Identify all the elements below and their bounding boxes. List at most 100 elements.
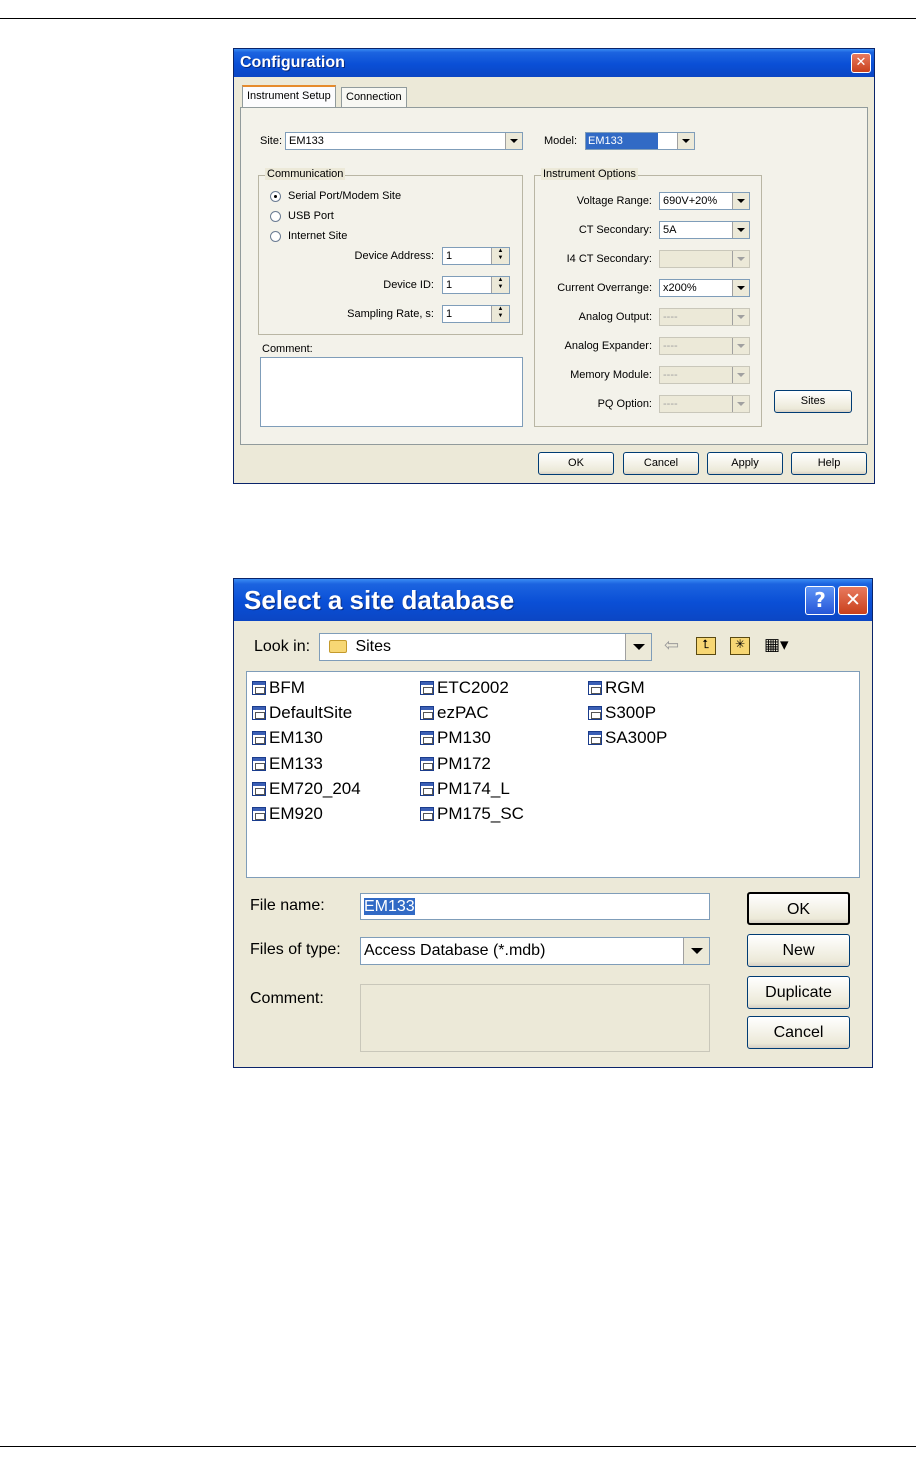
voltage-range-dropdown[interactable]: 690V+20% — [659, 192, 750, 210]
new-folder-icon[interactable]: ✳ — [730, 637, 750, 655]
configuration-titlebar[interactable]: Configuration ✕ — [234, 49, 874, 77]
spinner-icon[interactable]: ▲ ▼ — [491, 306, 509, 322]
database-icon — [420, 807, 434, 821]
new-button[interactable]: New — [747, 934, 850, 967]
database-icon — [420, 681, 434, 695]
database-icon — [420, 706, 434, 720]
communication-title: Communication — [265, 168, 346, 180]
files-of-type-label: Files of type: — [250, 941, 341, 958]
list-item[interactable]: PM172 — [420, 754, 491, 774]
device-address-label: Device Address: — [354, 250, 434, 262]
chevron-down-icon[interactable] — [732, 193, 749, 209]
list-item[interactable]: S300P — [588, 703, 656, 723]
chevron-down-icon[interactable] — [732, 222, 749, 238]
ct-secondary-label: CT Secondary: — [578, 224, 652, 236]
site-dropdown[interactable]: EM133 — [285, 132, 523, 150]
database-icon — [420, 731, 434, 745]
device-id-label: Device ID: — [383, 279, 434, 291]
i4-ct-secondary-label: I4 CT Secondary: — [566, 253, 652, 265]
analog-expander-dropdown: ---- — [659, 337, 750, 355]
device-id-field[interactable]: 1 ▲ ▼ — [442, 276, 510, 294]
file-name-value: EM133 — [364, 898, 415, 915]
look-in-label: Look in: — [254, 638, 311, 655]
list-item[interactable]: PM174_L — [420, 779, 510, 799]
database-icon — [588, 706, 602, 720]
select-site-titlebar[interactable]: Select a site database ? ✕ — [234, 579, 872, 621]
model-dropdown[interactable]: EM133 — [585, 132, 695, 150]
up-folder-icon[interactable]: ⮤ — [696, 637, 716, 655]
ok-button[interactable]: OK — [538, 452, 614, 475]
look-in-dropdown[interactable]: Sites — [319, 633, 652, 661]
memory-module-dropdown: ---- — [659, 366, 750, 384]
analog-output-label: Analog Output: — [578, 311, 652, 323]
site-comment-field — [360, 984, 710, 1052]
sampling-rate-field[interactable]: 1 ▲ ▼ — [442, 305, 510, 323]
database-icon — [588, 731, 602, 745]
tab-connection[interactable]: Connection — [341, 87, 407, 107]
list-item[interactable]: PM175_SC — [420, 804, 524, 824]
internet-site-label[interactable]: Internet Site — [288, 230, 347, 242]
select-site-database-dialog: Select a site database ? ✕ Look in: Site… — [233, 578, 873, 1068]
chevron-down-icon — [732, 309, 749, 325]
voltage-range-label: Voltage Range: — [576, 195, 652, 207]
files-of-type-value: Access Database (*.mdb) — [364, 942, 546, 959]
radio-serial-port[interactable] — [270, 191, 281, 202]
configuration-dialog: Configuration ✕ Instrument Setup Connect… — [233, 48, 875, 484]
database-icon — [252, 807, 266, 821]
view-menu-icon[interactable]: ▦▾ — [764, 637, 789, 654]
ct-secondary-dropdown[interactable]: 5A — [659, 221, 750, 239]
cancel-button[interactable]: Cancel — [623, 452, 699, 475]
database-icon — [420, 757, 434, 771]
model-label: Model: — [544, 135, 578, 147]
chevron-down-icon[interactable] — [677, 133, 694, 149]
spinner-icon[interactable]: ▲ ▼ — [491, 277, 509, 293]
close-icon[interactable]: ✕ — [851, 53, 871, 73]
list-item[interactable]: EM130 — [252, 728, 323, 748]
back-icon[interactable]: ⇦ — [664, 637, 679, 655]
tab-instrument-setup[interactable]: Instrument Setup — [242, 85, 336, 107]
help-button[interactable]: Help — [791, 452, 867, 475]
ok-button[interactable]: OK — [747, 892, 850, 925]
instrument-options-title: Instrument Options — [541, 168, 638, 180]
comment-textarea[interactable] — [260, 357, 523, 427]
files-of-type-dropdown[interactable]: Access Database (*.mdb) — [360, 937, 710, 965]
list-item[interactable]: EM133 — [252, 754, 323, 774]
list-item[interactable]: RGM — [588, 678, 645, 698]
apply-button[interactable]: Apply — [707, 452, 783, 475]
chevron-down-icon — [732, 251, 749, 267]
list-item[interactable]: ETC2002 — [420, 678, 509, 698]
pq-option-label: PQ Option: — [597, 398, 652, 410]
radio-usb-port[interactable] — [270, 211, 281, 222]
device-address-field[interactable]: 1 ▲ ▼ — [442, 247, 510, 265]
file-name-input[interactable]: EM133 — [360, 893, 710, 920]
spinner-icon[interactable]: ▲ ▼ — [491, 248, 509, 264]
chevron-down-icon[interactable] — [683, 938, 709, 964]
folder-icon — [329, 640, 347, 654]
instrument-options-group — [534, 175, 762, 427]
chevron-down-icon[interactable] — [505, 133, 522, 149]
list-item[interactable]: SA300P — [588, 728, 667, 748]
list-item[interactable]: ezPAC — [420, 703, 489, 723]
chevron-down-icon[interactable] — [732, 280, 749, 296]
database-icon — [252, 757, 266, 771]
close-icon[interactable]: ✕ — [838, 586, 868, 615]
chevron-down-icon[interactable] — [625, 634, 651, 660]
current-overrange-dropdown[interactable]: x200% — [659, 279, 750, 297]
list-item[interactable]: DefaultSite — [252, 703, 352, 723]
list-item[interactable]: BFM — [252, 678, 305, 698]
serial-port-label[interactable]: Serial Port/Modem Site — [288, 190, 401, 202]
list-item[interactable]: PM130 — [420, 728, 491, 748]
list-item[interactable]: EM720_204 — [252, 779, 361, 799]
sampling-rate-label: Sampling Rate, s: — [347, 308, 434, 320]
database-icon — [420, 782, 434, 796]
help-icon[interactable]: ? — [805, 586, 835, 615]
cancel-button[interactable]: Cancel — [747, 1016, 850, 1049]
sites-button[interactable]: Sites — [774, 390, 852, 413]
list-item[interactable]: EM920 — [252, 804, 323, 824]
analog-output-dropdown: ---- — [659, 308, 750, 326]
site-label: Site: — [260, 135, 283, 147]
duplicate-button[interactable]: Duplicate — [747, 976, 850, 1009]
file-name-label: File name: — [250, 897, 325, 914]
radio-internet-site[interactable] — [270, 231, 281, 242]
usb-port-label[interactable]: USB Port — [288, 210, 334, 222]
